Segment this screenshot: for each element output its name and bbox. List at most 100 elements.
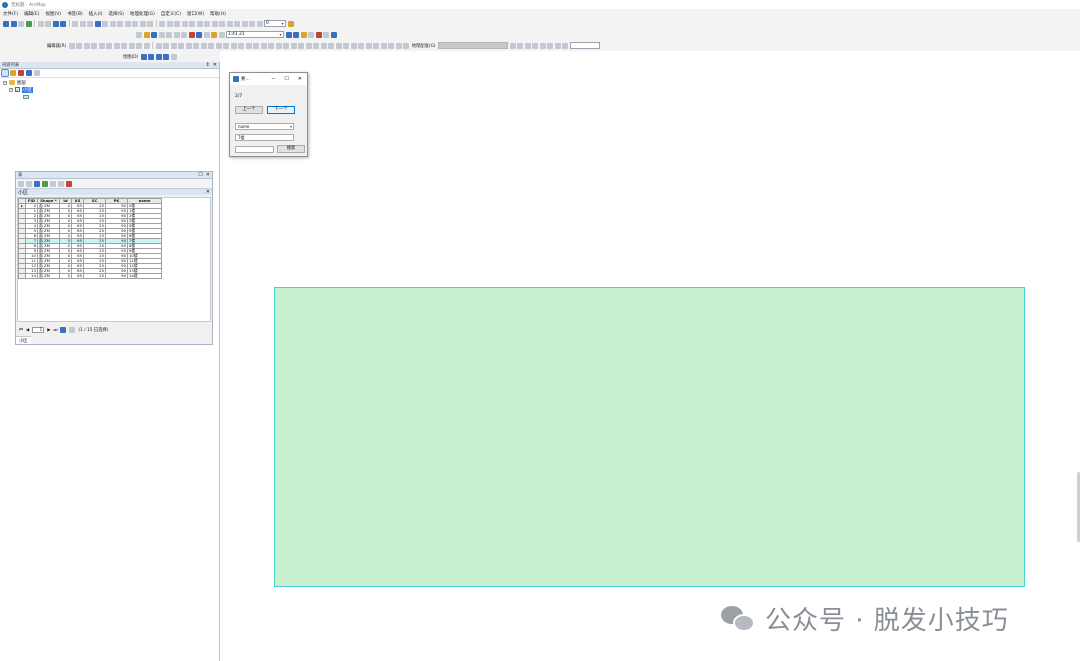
new-text-icon[interactable]: [163, 53, 170, 60]
point-icon[interactable]: [106, 42, 113, 49]
layout-tool-icon[interactable]: [226, 20, 233, 27]
attributes-icon[interactable]: [128, 42, 135, 49]
select-elements-icon[interactable]: [140, 53, 147, 60]
layer-row[interactable]: − ✓ 小区: [3, 86, 216, 93]
next-button[interactable]: 下一个: [267, 106, 295, 114]
layer-group-row[interactable]: − 图层: [3, 79, 216, 86]
menu-view[interactable]: 视图(V): [45, 11, 61, 17]
search-button[interactable]: 搜索: [277, 145, 305, 153]
menu-geoprocessing[interactable]: 地理处理(G): [130, 11, 155, 17]
layout-tool-icon[interactable]: [256, 20, 263, 27]
layout-tool-icon[interactable]: [174, 20, 180, 27]
related-tables-icon[interactable]: [26, 180, 32, 187]
draw-tool-icon[interactable]: [253, 42, 260, 49]
paste-icon[interactable]: [181, 31, 187, 38]
draw-tool-icon[interactable]: [238, 42, 245, 49]
maximize-icon[interactable]: ☐: [284, 76, 288, 82]
switch-selection-icon[interactable]: [42, 180, 48, 187]
search-input[interactable]: [235, 146, 274, 153]
undo-icon[interactable]: [196, 31, 202, 38]
collapse-icon[interactable]: −: [3, 80, 7, 85]
show-selected-records-icon[interactable]: [69, 327, 76, 333]
fill-color-icon[interactable]: [170, 53, 177, 60]
draw-tool-icon[interactable]: [178, 42, 185, 49]
list-by-drawing-order-icon[interactable]: [1, 69, 9, 77]
field-select[interactable]: name ▾: [235, 123, 294, 130]
pan-icon[interactable]: [18, 20, 24, 27]
draw-tool-icon[interactable]: [305, 42, 312, 49]
create-features-icon[interactable]: [143, 42, 150, 49]
measure-icon[interactable]: [117, 20, 123, 27]
delete-selected-icon[interactable]: [66, 180, 72, 187]
show-all-records-icon[interactable]: [60, 327, 67, 333]
trace-icon[interactable]: [98, 42, 105, 49]
end-point-arc-icon[interactable]: [91, 42, 98, 49]
layout-tool-icon[interactable]: [234, 20, 240, 27]
draw-tool-icon[interactable]: [313, 42, 320, 49]
draw-tool-icon[interactable]: [170, 42, 177, 49]
find-icon[interactable]: [124, 20, 131, 27]
fixed-zoom-in-icon[interactable]: [37, 20, 44, 27]
maximize-icon[interactable]: ☐: [198, 172, 202, 178]
table-cell[interactable]: 14: [25, 273, 38, 279]
table-cell[interactable]: 90: [105, 273, 128, 279]
draw-tool-icon[interactable]: [298, 42, 305, 49]
layout-tool-icon[interactable]: [189, 20, 195, 27]
draw-tool-icon[interactable]: [395, 42, 402, 49]
menu-windows[interactable]: 窗口(W): [187, 11, 204, 17]
split-tool-icon[interactable]: [113, 42, 120, 49]
layout-tool-icon[interactable]: [166, 20, 173, 27]
draw-tool-icon[interactable]: [403, 42, 410, 49]
draw-tool-icon[interactable]: [350, 42, 357, 49]
close-icon[interactable]: ✕: [213, 62, 217, 68]
straight-segment-icon[interactable]: [83, 42, 90, 49]
georeferencing-menu-label[interactable]: 地理配准(G): [412, 43, 436, 49]
draw-tool-icon[interactable]: [163, 42, 170, 49]
arctoolbox-icon[interactable]: [315, 31, 322, 38]
current-record-input[interactable]: 1: [32, 327, 45, 333]
editor-menu-label[interactable]: 编辑器(R): [47, 43, 66, 49]
selected-polygon-feature[interactable]: [274, 287, 1025, 587]
layout-tool-icon[interactable]: [181, 20, 188, 27]
zoom-to-selected-icon[interactable]: [58, 180, 64, 187]
list-by-visibility-icon[interactable]: [18, 70, 24, 76]
draw-tool-icon[interactable]: [230, 42, 237, 49]
save-icon[interactable]: [151, 31, 157, 38]
previous-button[interactable]: 上一个: [235, 106, 263, 114]
table-cell[interactable]: 14楼: [127, 273, 162, 279]
pin-icon[interactable]: ⇕: [206, 62, 210, 68]
menu-help[interactable]: 帮助(H): [210, 11, 226, 17]
close-icon[interactable]: ✕: [206, 172, 210, 178]
minimize-icon[interactable]: −: [271, 76, 275, 82]
add-basemap-icon[interactable]: [218, 31, 225, 38]
copy-icon[interactable]: [173, 31, 180, 38]
menu-edit[interactable]: 编辑(E): [24, 11, 39, 17]
hyperlink-icon[interactable]: [102, 20, 108, 27]
table-of-contents-icon[interactable]: [293, 31, 299, 38]
draw-tool-icon[interactable]: [193, 42, 200, 49]
first-record-icon[interactable]: ⏮: [19, 328, 23, 333]
table-cell[interactable]: 25: [83, 273, 106, 279]
list-by-source-icon[interactable]: [10, 70, 16, 76]
draw-tool-icon[interactable]: [268, 42, 275, 49]
clear-selection-icon[interactable]: [50, 180, 56, 187]
draw-tool-icon[interactable]: [283, 42, 290, 49]
flag-icon[interactable]: [287, 20, 294, 27]
layout-tool-icon[interactable]: [196, 20, 203, 27]
menu-insert[interactable]: 插入(I): [89, 11, 103, 17]
layout-tool-icon[interactable]: [204, 20, 210, 27]
route-icon[interactable]: [132, 20, 138, 27]
new-document-icon[interactable]: [136, 31, 142, 38]
edit-tool-icon[interactable]: [68, 42, 75, 49]
draw-tool-icon[interactable]: [388, 42, 395, 49]
layer-name[interactable]: 小区: [22, 86, 33, 93]
map-scale-combo[interactable]: 1:41 21 ▾: [226, 31, 284, 38]
draw-tool-icon[interactable]: [380, 42, 387, 49]
forward-extent-icon[interactable]: [60, 20, 66, 27]
text-icon[interactable]: [155, 53, 162, 60]
draw-tool-icon[interactable]: [260, 42, 267, 49]
next-record-icon[interactable]: ▶: [47, 328, 50, 333]
draw-tool-icon[interactable]: [358, 42, 365, 49]
row-selector[interactable]: [18, 273, 26, 279]
draw-tool-icon[interactable]: [328, 42, 335, 49]
